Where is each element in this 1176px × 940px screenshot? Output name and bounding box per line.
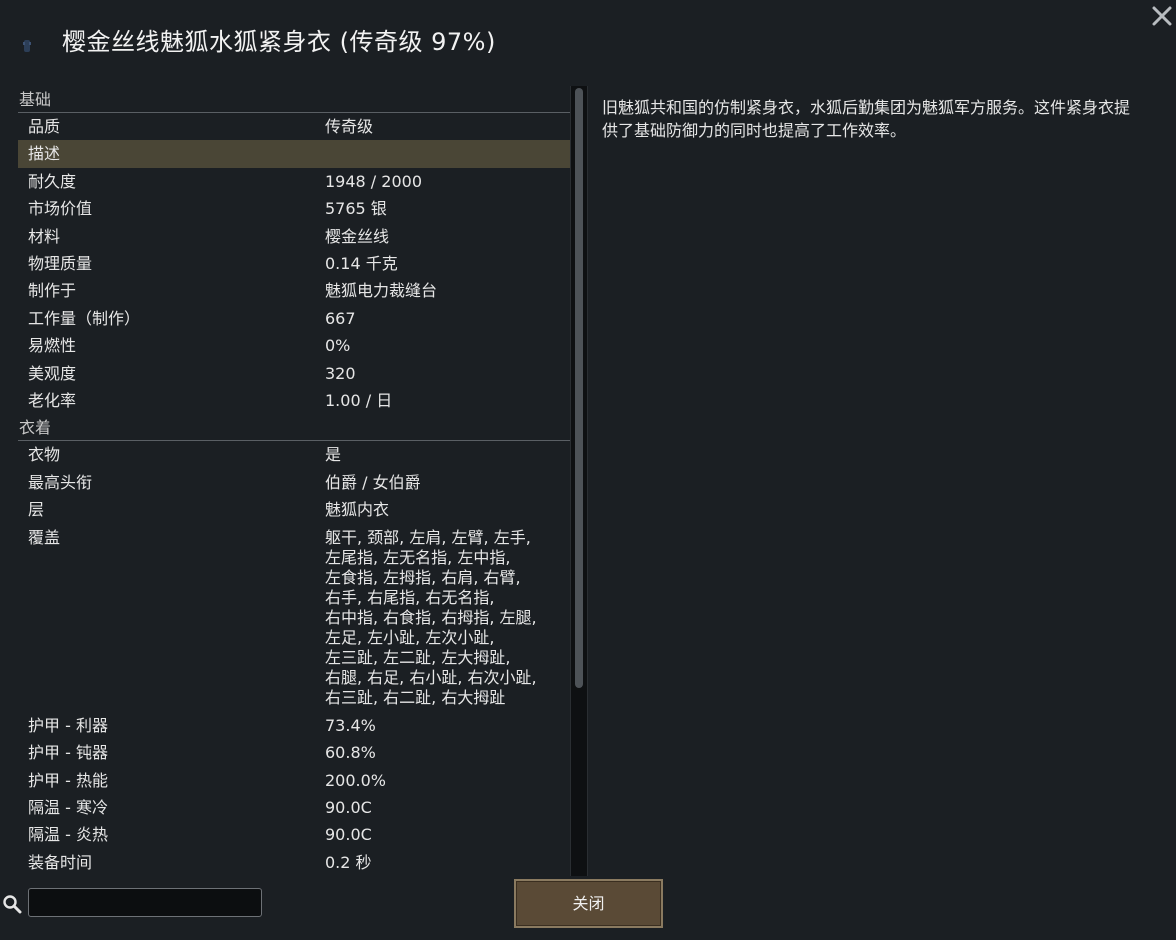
apparel-icon [23, 40, 31, 52]
stat-label: 耐久度 [28, 171, 77, 191]
stat-row[interactable]: 易燃性 0% [18, 332, 570, 359]
stat-value: 樱金丝线 [325, 226, 390, 246]
section-header: 基础 [18, 86, 570, 113]
stats-panel[interactable]: 基础品质 传奇级描述耐久度 1948 / 2000 市场价值 5765 银材料 樱金丝线物… [18, 86, 570, 878]
stat-label: 衣物 [28, 445, 61, 465]
scrollbar[interactable] [570, 86, 588, 876]
stat-value: 200.0% [325, 770, 387, 790]
stat-value: 320 [325, 363, 356, 383]
stat-row[interactable]: 隔温 - 炎热 90.0C [18, 821, 570, 848]
stat-row[interactable]: 装备时间 0.2 秒 [18, 849, 570, 876]
stat-label: 层 [28, 500, 45, 520]
stat-value: 1948 / 2000 [325, 171, 422, 191]
search-input[interactable] [28, 888, 262, 917]
stat-row[interactable]: 老化率 1.00 / 日 [18, 387, 570, 414]
stat-value: 魅狐电力裁缝台 [325, 281, 438, 301]
stat-label: 装备时间 [28, 852, 93, 872]
section-header: 衣着 [18, 414, 570, 442]
stat-row[interactable]: 美观度 320 [18, 360, 570, 387]
stat-label: 覆盖 [28, 527, 61, 547]
stat-label: 易燃性 [28, 336, 77, 356]
stat-value: 90.0C [325, 797, 372, 817]
stat-label: 隔温 - 寒冷 [28, 797, 108, 817]
stat-value: 90.0C [325, 825, 372, 845]
close-icon[interactable] [1148, 2, 1176, 30]
stat-row[interactable]: 品质 传奇级 [18, 113, 570, 140]
stat-label: 护甲 - 热能 [28, 770, 108, 790]
stat-value: 5765 银 [325, 199, 387, 219]
stat-value: 667 [325, 308, 356, 328]
stat-row[interactable]: 最高头衔 伯爵 / 女伯爵 [18, 469, 570, 496]
stat-row[interactable]: 衣物 是 [18, 441, 570, 468]
stat-row[interactable]: 描述 [18, 140, 570, 168]
scrollbar-thumb[interactable] [575, 88, 583, 688]
stat-label: 隔温 - 炎热 [28, 825, 108, 845]
stat-value: 伯爵 / 女伯爵 [325, 472, 421, 492]
stat-label: 物理质量 [28, 254, 93, 274]
stat-label: 描述 [28, 144, 61, 164]
item-description: 旧魅狐共和国的仿制紧身衣，水狐后勤集团为魅狐军方服务。这件紧身衣提供了基础防御力… [602, 98, 1131, 140]
stat-label: 护甲 - 钝器 [28, 743, 108, 763]
stat-value: 魅狐内衣 [325, 500, 390, 520]
stat-value: 0% [325, 336, 351, 356]
stat-row[interactable]: 层 魅狐内衣 [18, 496, 570, 523]
stat-label: 美观度 [28, 363, 77, 383]
stat-label: 最高头衔 [28, 472, 93, 492]
stat-label: 材料 [28, 226, 61, 246]
stat-value: 0.14 千克 [325, 254, 398, 274]
stat-value: 73.4% [325, 715, 376, 735]
stat-label: 品质 [28, 117, 61, 136]
stat-row[interactable]: 市场价值 5765 银 [18, 195, 570, 222]
stat-value: 是 [325, 445, 342, 465]
stat-label: 制作于 [28, 281, 77, 301]
stat-row[interactable]: 制作于 魅狐电力裁缝台 [18, 277, 570, 304]
stat-value: 0.2 秒 [325, 852, 372, 872]
stat-value: 躯干, 颈部, 左肩, 左臂, 左手, 左尾指, 左无名指, 左中指, 左食指,… [325, 527, 537, 707]
stat-row[interactable]: 材料 樱金丝线 [18, 223, 570, 250]
stat-value [325, 140, 570, 167]
search-icon [3, 895, 22, 914]
stat-label: 护甲 - 利器 [28, 715, 108, 735]
stat-row[interactable]: 护甲 - 利器 73.4% [18, 712, 570, 739]
stat-value: 60.8% [325, 743, 376, 763]
stat-row[interactable]: 物理质量 0.14 千克 [18, 250, 570, 277]
close-button[interactable]: 关闭 [514, 879, 663, 928]
stat-label: 工作量（制作） [28, 308, 141, 328]
stat-value: 1.00 / 日 [325, 391, 393, 411]
stat-row[interactable]: 隔温 - 寒冷 90.0C [18, 794, 570, 821]
item-info-dialog: 樱金丝线魅狐水狐紧身衣 (传奇级 97%) 基础品质 传奇级描述耐久度 1948 /… [0, 0, 1176, 940]
stat-row[interactable]: 耐久度 1948 / 2000 [18, 168, 570, 195]
stat-label: 老化率 [28, 391, 77, 411]
dialog-title: 樱金丝线魅狐水狐紧身衣 (传奇级 97%) [62, 28, 496, 56]
stat-row[interactable]: 护甲 - 热能 200.0% [18, 767, 570, 794]
stat-row[interactable]: 工作量（制作） 667 [18, 305, 570, 332]
stat-value: 传奇级 [325, 117, 374, 136]
stat-row[interactable]: 覆盖 躯干, 颈部, 左肩, 左臂, 左手, 左尾指, 左无名指, 左中指, 左食… [18, 524, 570, 712]
stat-row[interactable]: 护甲 - 钝器 60.8% [18, 739, 570, 766]
stat-label: 市场价值 [28, 199, 93, 219]
